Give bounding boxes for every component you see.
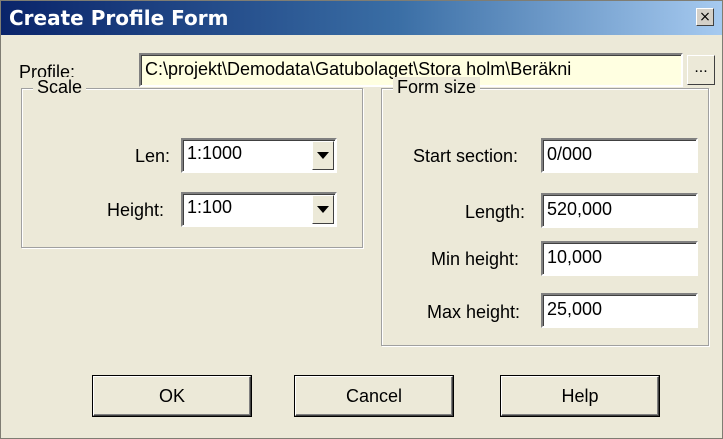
chevron-down-icon	[317, 206, 329, 213]
ok-label: OK	[158, 385, 185, 406]
help-button[interactable]: Help	[501, 376, 659, 416]
close-icon: ×	[699, 9, 711, 25]
browse-label: ...	[694, 59, 708, 76]
length-input[interactable]: 520,000	[541, 193, 698, 228]
min-height-input[interactable]: 10,000	[541, 241, 698, 276]
title-bar[interactable]: Create Profile Form ×	[1, 1, 722, 35]
len-dropdown-button[interactable]	[312, 141, 334, 170]
max-height-label: Max height:	[427, 302, 521, 322]
height-label: Height:	[107, 200, 165, 220]
max-height-value: 25,000	[547, 299, 603, 319]
start-section-value: 0/000	[547, 144, 593, 164]
start-section-input[interactable]: 0/000	[541, 138, 698, 173]
browse-button[interactable]: ...	[687, 55, 715, 85]
min-height-label: Min height:	[431, 249, 520, 269]
ok-button[interactable]: OK	[93, 376, 251, 416]
cancel-label: Cancel	[345, 385, 403, 406]
height-combo[interactable]: 1:100	[181, 192, 337, 227]
max-height-input[interactable]: 25,000	[541, 293, 698, 328]
chevron-down-icon	[317, 152, 329, 159]
length-label: Length:	[465, 202, 526, 222]
height-value: 1:100	[187, 197, 233, 217]
form-size-legend: Form size	[393, 77, 481, 98]
len-value: 1:1000	[187, 143, 243, 163]
min-height-value: 10,000	[547, 247, 603, 267]
create-profile-form-dialog: Create Profile Form × Profile: C:\projek…	[0, 0, 723, 439]
help-label: Help	[561, 385, 599, 406]
len-label: Len:	[135, 146, 171, 166]
scale-legend: Scale	[33, 77, 87, 98]
length-value: 520,000	[547, 199, 613, 219]
cancel-button[interactable]: Cancel	[295, 376, 453, 416]
len-combo[interactable]: 1:1000	[181, 138, 337, 173]
window-title: Create Profile Form	[9, 6, 229, 30]
profile-path-value: C:\projekt\Demodata\Gatubolaget\Stora ho…	[145, 59, 572, 79]
height-dropdown-button[interactable]	[312, 195, 334, 224]
close-button[interactable]: ×	[696, 8, 714, 26]
start-section-label: Start section:	[413, 146, 519, 166]
